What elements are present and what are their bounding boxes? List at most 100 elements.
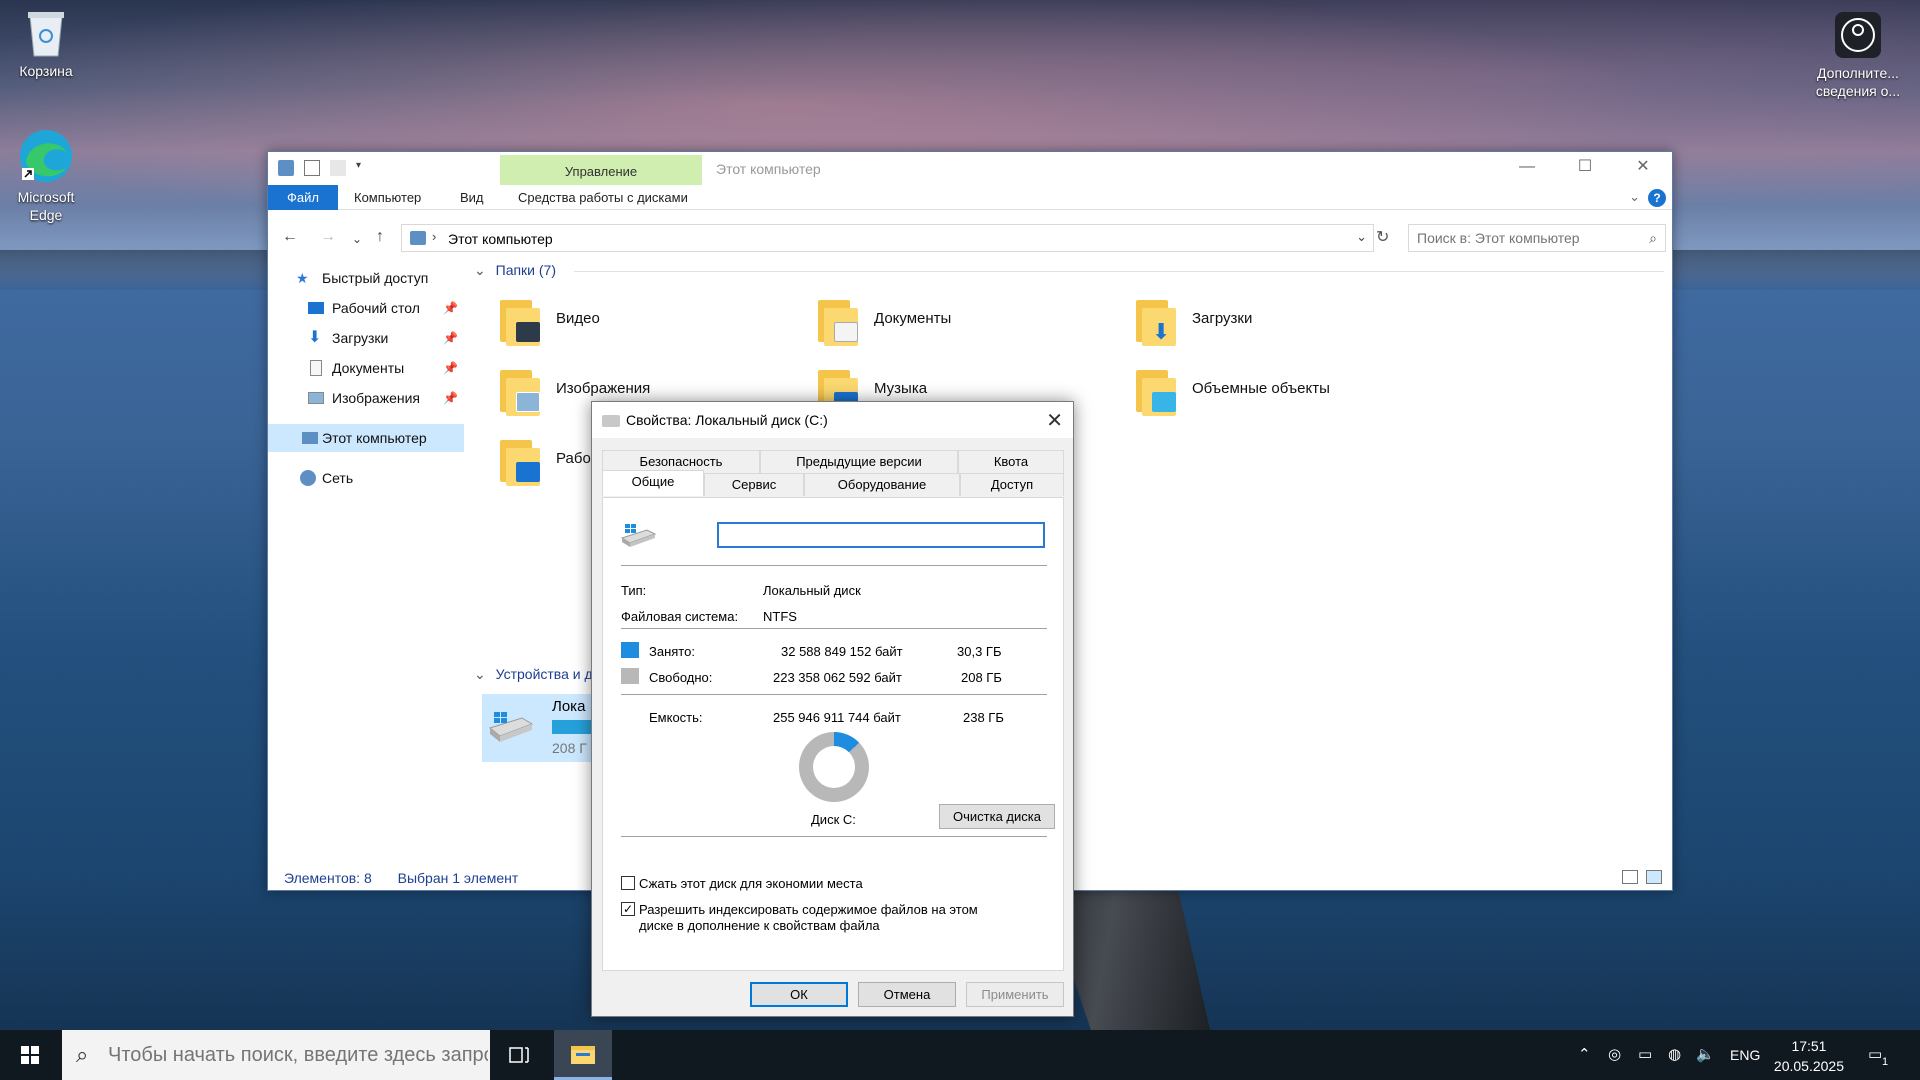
pc-icon[interactable] [278,160,294,176]
meet-now-icon[interactable]: ◎ [1608,1030,1621,1080]
tab-file[interactable]: Файл [268,185,338,210]
nav-item-pictures[interactable]: Изображения 📌 [268,384,464,412]
address-text: Этот компьютер [448,231,553,247]
nav-item-downloads[interactable]: ⬇ Загрузки 📌 [268,324,464,352]
index-checkbox[interactable]: ✓ [621,902,635,916]
tab-disk-tools[interactable]: Средства работы с дисками [506,185,700,210]
clock[interactable]: 17:51 20.05.2025 [1774,1036,1844,1076]
nav-item-documents[interactable]: Документы 📌 [268,354,464,382]
tab-manage[interactable]: Управление [500,155,702,185]
file-explorer-icon [571,1046,595,1064]
disk-cleanup-button[interactable]: Очистка диска [939,804,1055,829]
tab-view[interactable]: Вид [448,185,496,210]
free-bytes: 223 358 062 592 байт [773,670,902,685]
pin-icon[interactable]: 📌 [443,354,458,382]
desktop-icon-recycle-bin[interactable]: Корзина [6,8,86,80]
pin-icon[interactable]: 📌 [443,384,458,412]
pin-icon[interactable]: 📌 [443,324,458,352]
view-buttons [1622,870,1662,884]
volume-name-input[interactable] [717,522,1045,548]
apply-button[interactable]: Применить [966,982,1064,1007]
notification-center-icon[interactable]: ▭ [1868,1030,1882,1080]
desktop-icon [308,302,324,314]
new-folder-icon[interactable] [330,160,346,176]
tab-hardware[interactable]: Оборудование [804,473,960,496]
compress-checkbox[interactable] [621,876,635,890]
title-bar: ▾ Управление Этот компьютер — ☐ ✕ [268,152,1672,185]
disk-label: Диск C: [811,812,856,827]
tab-sharing[interactable]: Доступ [960,473,1064,496]
tab-row-bottom: Общие Сервис Оборудование Доступ [602,470,1064,496]
folder-video[interactable]: Видео [500,296,800,354]
back-icon[interactable]: ← [282,228,298,246]
nav-item-desktop[interactable]: Рабочий стол 📌 [268,294,464,322]
tab-tools[interactable]: Сервис [704,473,804,496]
divider [621,694,1047,695]
minimize-button[interactable]: — [1498,152,1556,185]
properties-icon[interactable] [304,160,320,176]
dialog-title-bar: Свойства: Локальный диск (C:) ✕ [592,402,1073,438]
tab-previous-versions[interactable]: Предыдущие версии [760,450,958,473]
drive-c-tile[interactable]: Лока 208 Г [482,694,592,762]
maximize-button[interactable]: ☐ [1556,152,1614,185]
status-bar: Элементов: 8 Выбран 1 элемент [284,870,540,886]
desktop-icon-label: Дополните... сведения о... [1815,65,1901,99]
help-icon[interactable]: ? [1648,189,1666,207]
language-indicator[interactable]: ENG [1730,1030,1760,1080]
volume-icon[interactable]: 🔈 [1696,1030,1715,1080]
forward-icon[interactable]: → [320,228,336,246]
task-view-button[interactable] [490,1030,548,1080]
taskbar-file-explorer[interactable] [554,1030,612,1080]
group-divider [474,262,1664,272]
chevron-down-icon: ⌄ [474,262,486,278]
tab-computer[interactable]: Компьютер [342,185,433,210]
taskbar-search[interactable]: ⌕ [62,1030,490,1080]
expand-ribbon-icon[interactable]: ⌄ [1629,189,1640,205]
chevron-down-icon[interactable]: ▾ [356,160,372,176]
details-view-icon[interactable] [1622,870,1638,884]
ok-button[interactable]: ОК [750,982,848,1007]
capacity-label: Емкость: [649,710,703,725]
compress-label: Сжать этот диск для экономии места [639,876,863,891]
show-hidden-icons[interactable]: ⌃ [1578,1030,1591,1080]
used-bytes: 32 588 849 152 байт [781,644,903,659]
folder-3d-objects[interactable]: Объемные объекты [1136,366,1436,424]
star-icon: ★ [296,270,309,286]
nav-quick-access[interactable]: ★ Быстрый доступ [268,264,464,292]
tab-quota[interactable]: Квота [958,450,1064,473]
chevron-down-icon[interactable]: ⌄ [1356,229,1367,245]
nav-item-network[interactable]: Сеть [268,464,464,492]
local-disk-icon [620,522,657,550]
network-icon [300,470,316,486]
folder-downloads[interactable]: ⬇ Загрузки [1136,296,1436,354]
folder-documents[interactable]: Документы [818,296,1118,354]
folders-group-header[interactable]: ⌄ Папки (7) [474,262,556,279]
desktop-icon-info[interactable]: Дополните... сведения о... [1803,10,1913,100]
item-count: Элементов: 8 [284,870,372,886]
search-box[interactable]: ⌕ [1408,224,1666,252]
up-icon[interactable]: ↑ [376,228,384,246]
dialog-title: Свойства: Локальный диск (C:) [626,412,828,428]
refresh-icon[interactable]: ↻ [1376,227,1389,247]
tab-general[interactable]: Общие [602,470,704,496]
battery-icon[interactable]: ▭ [1638,1030,1652,1080]
start-button[interactable] [0,1030,60,1080]
cancel-button[interactable]: Отмена [858,982,956,1007]
close-button[interactable]: ✕ [1614,152,1672,185]
search-icon: ⌕ [1649,230,1657,246]
desktop-icon-label: Корзина [19,63,73,79]
devices-group-header[interactable]: ⌄ Устройства и д [474,666,593,683]
documents-folder-icon [818,300,862,346]
taskbar-search-input[interactable] [108,1042,488,1068]
large-icons-view-icon[interactable] [1646,870,1662,884]
close-icon[interactable]: ✕ [1046,408,1063,433]
network-icon[interactable]: ◍ [1668,1030,1681,1080]
recycle-bin-icon [24,8,68,58]
selection-count: Выбран 1 элемент [397,870,519,886]
search-input[interactable] [1409,225,1629,251]
recent-locations-icon[interactable]: ⌄ [352,232,362,246]
nav-item-this-pc[interactable]: Этот компьютер [268,424,464,452]
address-bar[interactable]: › Этот компьютер ⌄ [401,224,1374,252]
pin-icon[interactable]: 📌 [443,294,458,322]
desktop-icon-edge[interactable]: Microsoft Edge [6,128,86,224]
